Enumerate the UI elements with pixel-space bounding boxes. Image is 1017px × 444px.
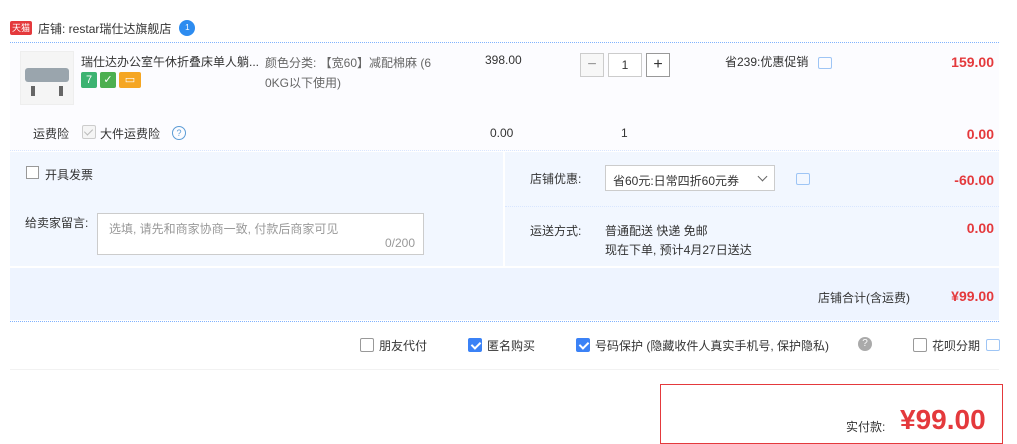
service-badges: 7 ✓ ▭ [81,72,141,88]
number-protect-label: 号码保护 (隐藏收件人真实手机号, 保护隐私) [595,338,829,353]
shop-total-label: 店铺合计(含运费) [818,291,910,305]
number-protect-option[interactable]: 号码保护 (隐藏收件人真实手机号, 保护隐私) [576,337,829,353]
quantity-stepper: − 1 + [580,53,670,77]
huabei-label: 花呗分期 [932,338,981,353]
shipping-eta: 现在下单, 预计4月27日送达 [605,243,752,257]
huabei-checkbox[interactable] [913,338,927,352]
huabei-option[interactable]: 花呗分期 [913,337,1001,353]
discount-select[interactable]: 省60元:日常四折60元券 [605,165,775,191]
number-protect-checkbox[interactable] [576,338,590,352]
guarantee-icon[interactable]: ✓ [100,72,116,88]
anonymous-checkbox[interactable] [468,338,482,352]
discount-label: 店铺优惠: [530,172,582,186]
friend-pay-option[interactable]: 朋友代付 [360,337,427,353]
help-icon[interactable]: ? [858,337,872,351]
chevron-down-icon [757,171,768,182]
memo-placeholder: 选填, 请先和商家协商一致, 付款后商家可见 [109,222,339,236]
friend-pay-label: 朋友代付 [379,338,428,353]
anonymous-option[interactable]: 匿名购买 [468,337,535,353]
anonymous-label: 匿名购买 [487,338,536,353]
credit-card-icon[interactable]: ▭ [119,72,141,88]
invoice-label: 开具发票 [45,168,94,182]
shipping-total: 0.00 [966,220,994,236]
tmall-badge: 天猫 [10,21,33,35]
discount-total: -60.00 [954,172,994,188]
insurance-price: 0.00 [490,126,514,140]
payment-total: ¥99.00 [900,404,986,435]
divider [505,206,999,207]
sku-spec: 颜色分类: 【宽60】减配棉麻 (6 0KG以下使用) [265,53,455,93]
help-icon[interactable]: ? [172,126,186,140]
message-icon[interactable] [986,339,1001,351]
shop-header: 天猫 店铺: restar瑞仕达旗舰店 1 [10,18,196,38]
product-thumbnail[interactable] [20,51,74,105]
divider [10,321,999,322]
product-title-link[interactable]: 瑞仕达办公室午休折叠床单人躺... [81,53,261,70]
memo-label: 给卖家留言: [25,216,89,230]
insurance-checkbox[interactable] [82,125,96,139]
bed-icon [25,68,69,82]
shop-name-link[interactable]: 店铺: restar瑞仕达旗舰店 [38,20,171,37]
shop-total: ¥99.00 [951,288,994,304]
insurance-total: 0.00 [966,126,994,142]
shipping-method: 普通配送 快递 免邮 [605,224,708,238]
shipping-label: 运送方式: [530,224,582,238]
message-icon[interactable] [817,56,832,69]
increase-button[interactable]: + [646,53,670,77]
promotion-info: 省239:优惠促销 [725,53,832,70]
payment-label: 实付款: [846,420,886,434]
sku-line: 颜色分类: 【宽60】减配棉麻 (6 [265,56,432,70]
memo-textarea[interactable]: 选填, 请先和商家协商一致, 付款后商家可见 0/200 [97,213,424,255]
chat-icon[interactable]: 1 [179,20,196,36]
item-subtotal: 159.00 [951,54,994,70]
promotion-text: 省239:优惠促销 [725,55,809,69]
decrease-button[interactable]: − [580,53,604,77]
insurance-label: 运费险 [33,127,70,141]
sku-line: 0KG以下使用) [265,76,342,90]
unit-price: 398.00 [485,53,522,67]
memo-char-count: 0/200 [384,236,415,250]
insurance-name: 大件运费险 [100,127,161,141]
bed-leg-icon [31,86,35,96]
seven-day-return-icon[interactable]: 7 [81,72,97,88]
quantity-input[interactable]: 1 [608,53,642,77]
message-icon[interactable] [796,173,810,185]
divider [10,369,999,370]
discount-selected-value: 省60元:日常四折60元券 [613,174,740,188]
invoice-checkbox[interactable] [26,166,39,179]
bed-leg-icon [59,86,63,96]
friend-pay-checkbox[interactable] [360,338,374,352]
insurance-quantity: 1 [621,126,628,140]
